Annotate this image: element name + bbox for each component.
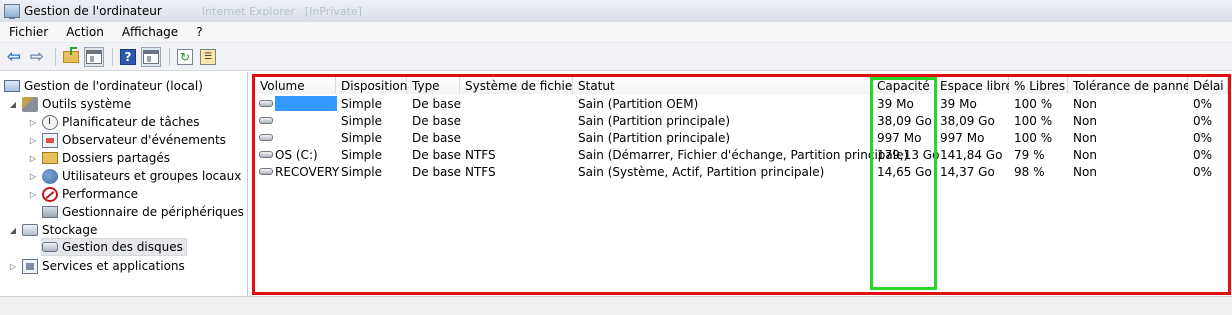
menu-bar: Fichier Action Affichage ? — [0, 22, 1232, 43]
computer-management-icon — [4, 4, 20, 19]
expand-icon[interactable]: ▷ — [28, 118, 38, 127]
show-hide-tree-button[interactable] — [84, 46, 104, 67]
menu-view[interactable]: Affichage — [113, 25, 187, 39]
tree-item-event-viewer[interactable]: ▷ Observateur d'événements — [28, 131, 226, 149]
tools-icon — [22, 96, 38, 112]
tree-item-root[interactable]: Gestion de l'ordinateur (local) — [4, 77, 203, 95]
tree-item-label: Gestion de l'ordinateur (local) — [24, 79, 203, 93]
background-window-mode: [InPrivate] — [304, 4, 362, 18]
refresh-icon: ↻ — [177, 48, 193, 65]
computer-icon — [4, 80, 20, 92]
tree-item-label: Gestion des disques — [62, 240, 183, 254]
toolbar-separator — [169, 47, 170, 66]
menu-file[interactable]: Fichier — [0, 25, 57, 39]
collapse-icon[interactable]: ◢ — [8, 226, 18, 235]
tree-item-shared-folders[interactable]: ▷ Dossiers partagés — [28, 149, 170, 167]
tree-item-label: Gestionnaire de périphériques — [62, 205, 244, 219]
help-button[interactable]: ? — [118, 47, 138, 67]
tree-item-task-scheduler[interactable]: ▷ Planificateur de tâches — [28, 113, 200, 131]
menu-help[interactable]: ? — [187, 25, 211, 39]
tree-item-storage[interactable]: ◢ Stockage — [8, 221, 97, 239]
tree-item-label: Performance — [62, 187, 139, 201]
action-pane-button[interactable] — [141, 46, 161, 67]
storage-icon — [22, 224, 38, 236]
tree-item-label: Dossiers partagés — [62, 151, 171, 165]
up-folder-icon — [63, 46, 79, 63]
action-pane-icon — [143, 49, 159, 64]
tree-item-local-users[interactable]: ▷ Utilisateurs et groupes locaux — [28, 167, 241, 185]
toolbar-separator — [55, 47, 56, 66]
refresh-button[interactable]: ↻ — [175, 47, 195, 67]
tree-item-device-manager[interactable]: Gestionnaire de périphériques — [42, 203, 244, 221]
menu-action[interactable]: Action — [57, 25, 113, 39]
status-bar — [0, 296, 1232, 315]
help-icon: ? — [120, 48, 136, 65]
back-arrow-icon[interactable]: ⇦ — [4, 47, 24, 67]
title-bar: Gestion de l'ordinateur Internet Explore… — [0, 0, 1232, 22]
toolbar-separator — [112, 47, 113, 66]
event-viewer-icon — [42, 132, 58, 148]
up-folder-button[interactable] — [61, 46, 81, 67]
tree-item-label: Stockage — [42, 223, 98, 237]
tree-item-disk-management[interactable]: Gestion des disques — [41, 238, 187, 256]
services-icon — [22, 258, 38, 274]
performance-icon — [42, 186, 58, 202]
device-manager-icon — [42, 206, 58, 218]
tree-item-system-tools[interactable]: ◢ Outils système — [8, 95, 131, 113]
console-tree: Gestion de l'ordinateur (local) ◢ Outils… — [0, 72, 248, 315]
background-window-title: Internet Explorer — [201, 4, 295, 18]
shared-folder-icon — [42, 152, 58, 164]
tree-item-label: Services et applications — [42, 259, 185, 273]
tree-item-label: Utilisateurs et groupes locaux — [62, 169, 242, 183]
expand-icon[interactable]: ▷ — [28, 136, 38, 145]
tree-item-label: Planificateur de tâches — [62, 115, 200, 129]
forward-arrow-icon[interactable]: ⇨ — [27, 47, 47, 67]
collapse-icon[interactable]: ◢ — [8, 100, 18, 109]
expand-icon[interactable]: ▷ — [8, 262, 18, 271]
users-icon — [42, 168, 58, 184]
expand-icon[interactable]: ▷ — [28, 190, 38, 199]
highlight-frame-table — [252, 74, 1231, 295]
expand-icon[interactable]: ▷ — [28, 154, 38, 163]
tree-item-label: Outils système — [42, 97, 132, 111]
tree-item-services[interactable]: ▷ Services et applications — [8, 257, 185, 275]
disk-icon — [42, 242, 58, 252]
tree-item-performance[interactable]: ▷ Performance — [28, 185, 138, 203]
window-title: Gestion de l'ordinateur — [24, 4, 162, 18]
show-hide-tree-icon — [86, 49, 102, 64]
properties-button[interactable]: ☰ — [198, 47, 218, 67]
toolbar: ⇦ ⇨ ? ↻ ☰ — [0, 43, 1232, 71]
properties-icon: ☰ — [200, 48, 216, 65]
tree-item-label: Observateur d'événements — [62, 133, 226, 147]
highlight-frame-capacity — [870, 77, 937, 290]
clock-icon — [42, 114, 58, 130]
expand-icon[interactable]: ▷ — [28, 172, 38, 181]
